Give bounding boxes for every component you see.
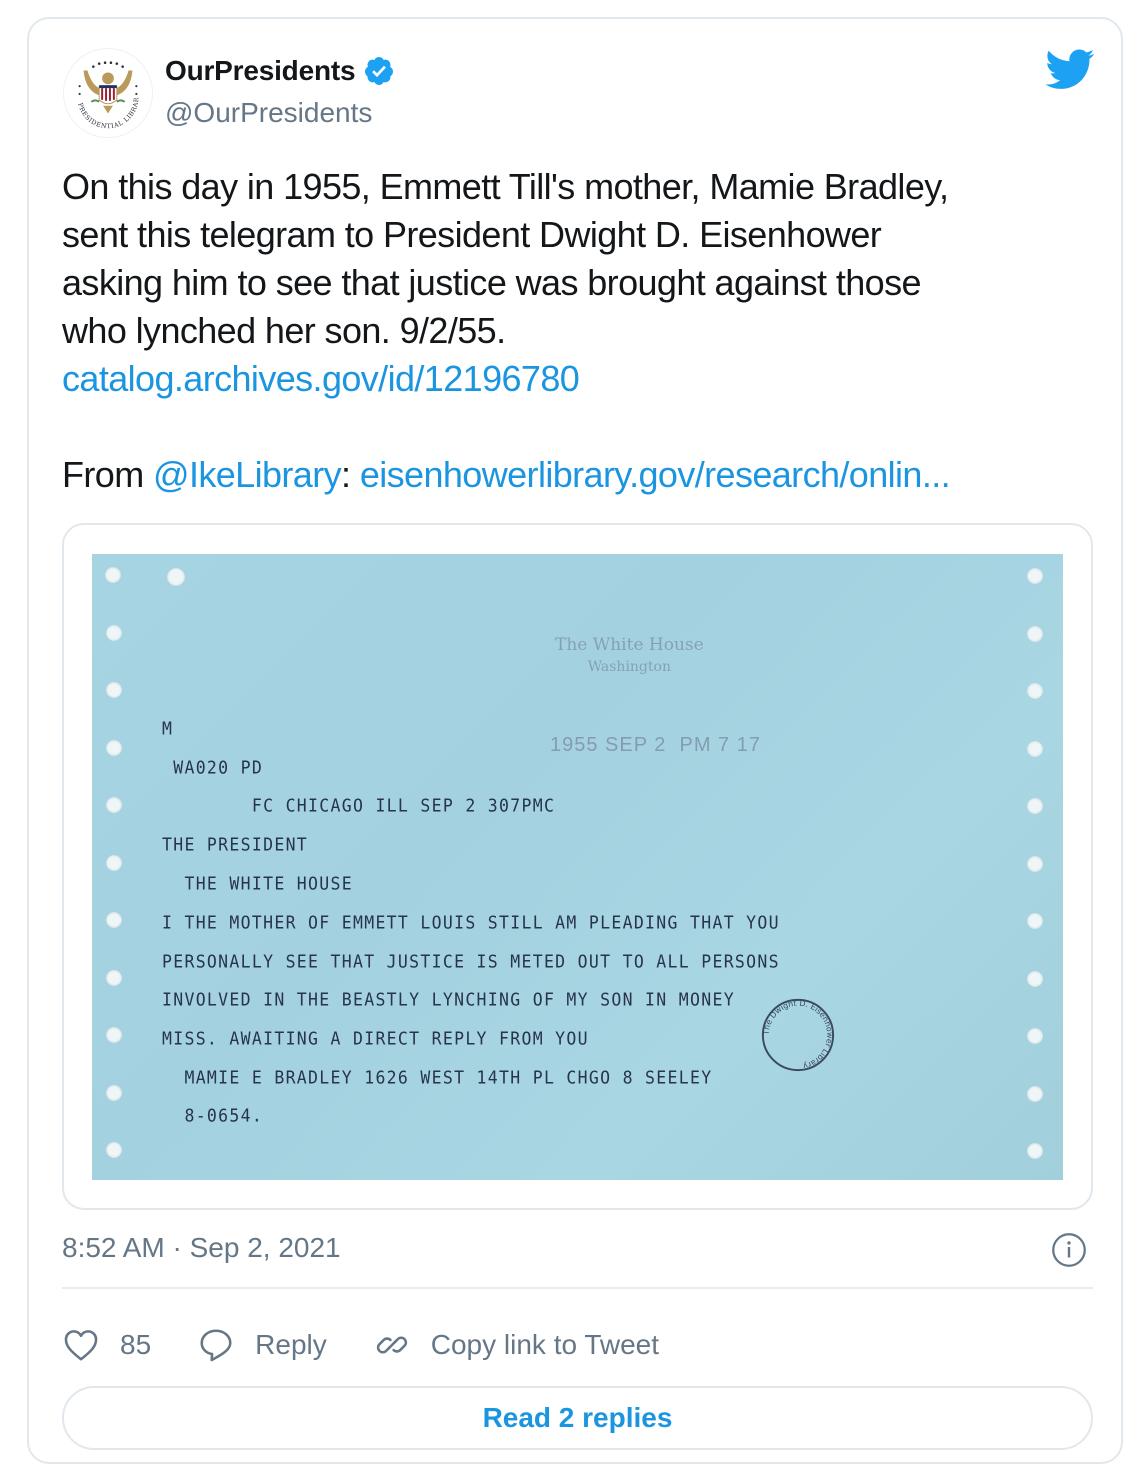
- like-count: 85: [120, 1329, 152, 1360]
- telegram-line: 8-0654.: [162, 1105, 264, 1126]
- received-date-stamp: 1955 SEP 2 PM 7 17: [550, 734, 761, 756]
- telegram-line: I THE MOTHER OF EMMETT LOUIS STILL AM PL…: [162, 912, 780, 933]
- twitter-bird-icon[interactable]: [1045, 49, 1095, 91]
- reply-button[interactable]: Reply: [197, 1326, 327, 1364]
- from-label: From: [62, 454, 153, 495]
- info-icon[interactable]: [1051, 1232, 1087, 1268]
- author-name-row: OurPresidents: [165, 55, 395, 87]
- eisenhower-library-stamp-icon: The Dwight D. Eisenhower Library: [762, 999, 834, 1072]
- heart-icon: [64, 1330, 98, 1361]
- white-house-stamp: The White House Washington: [555, 635, 704, 675]
- presidential-libraries-seal-icon: PRESIDENTIAL LIBRARIES: [64, 49, 152, 137]
- telegram-line: FC CHICAGO ILL SEP 2 307PMC: [162, 795, 556, 816]
- divider: [62, 1287, 1093, 1289]
- read-replies-button[interactable]: Read 2 replies: [62, 1386, 1093, 1450]
- ike-library-mention[interactable]: @IkeLibrary: [153, 454, 342, 495]
- tweet-actions: 85 Reply Copy link to Tweet: [62, 1326, 705, 1364]
- copy-link-label: Copy link to Tweet: [430, 1329, 660, 1360]
- telegram-line: M: [162, 718, 174, 739]
- colon-separator: :: [341, 454, 360, 495]
- author-handle[interactable]: @OurPresidents: [165, 97, 372, 129]
- tweet-text: On this day in 1955, Emmett Till's mothe…: [62, 163, 1092, 499]
- eisenhower-library-link[interactable]: eisenhowerlibrary.gov/research/onlin...: [360, 454, 951, 495]
- tweet-line: asking him to see that justice was broug…: [62, 262, 922, 303]
- tweet-card: PRESIDENTIAL LIBRARIES OurPresidents @Ou…: [27, 17, 1123, 1464]
- reply-bubble-icon: [200, 1329, 232, 1362]
- verified-badge-icon: [365, 57, 394, 85]
- telegram-line: THE PRESIDENT: [162, 834, 309, 855]
- telegram-image: The White House Washington 1955 SEP 2 PM…: [92, 554, 1063, 1180]
- tweet-timestamp[interactable]: 8:52 AM · Sep 2, 2021: [62, 1232, 341, 1264]
- tweet-line: sent this telegram to President Dwight D…: [62, 214, 882, 255]
- telegram-line: THE WHITE HOUSE: [162, 873, 353, 894]
- telegram-line: PERSONALLY SEE THAT JUSTICE IS METED OUT…: [162, 951, 780, 972]
- archives-catalog-link[interactable]: catalog.archives.gov/id/12196780: [62, 358, 580, 399]
- telegram-line: INVOLVED IN THE BEASTLY LYNCHING OF MY S…: [162, 989, 735, 1010]
- telegram-line: MAMIE E BRADLEY 1626 WEST 14TH PL CHGO 8…: [162, 1067, 713, 1088]
- like-button[interactable]: 85: [62, 1326, 151, 1364]
- author-display-name[interactable]: OurPresidents: [165, 55, 356, 87]
- reply-label: Reply: [255, 1329, 327, 1360]
- copy-link-button[interactable]: Copy link to Tweet: [373, 1326, 659, 1364]
- link-chain-icon: [376, 1336, 407, 1354]
- tweet-media-image[interactable]: The White House Washington 1955 SEP 2 PM…: [62, 523, 1093, 1210]
- tweet-line: who lynched her son. 9/2/55.: [62, 310, 506, 351]
- avatar[interactable]: PRESIDENTIAL LIBRARIES: [63, 48, 153, 138]
- telegram-line: WA020 PD: [162, 757, 264, 778]
- telegram-line: MISS. AWAITING A DIRECT REPLY FROM YOU: [162, 1028, 589, 1049]
- tweet-line: On this day in 1955, Emmett Till's mothe…: [62, 166, 949, 207]
